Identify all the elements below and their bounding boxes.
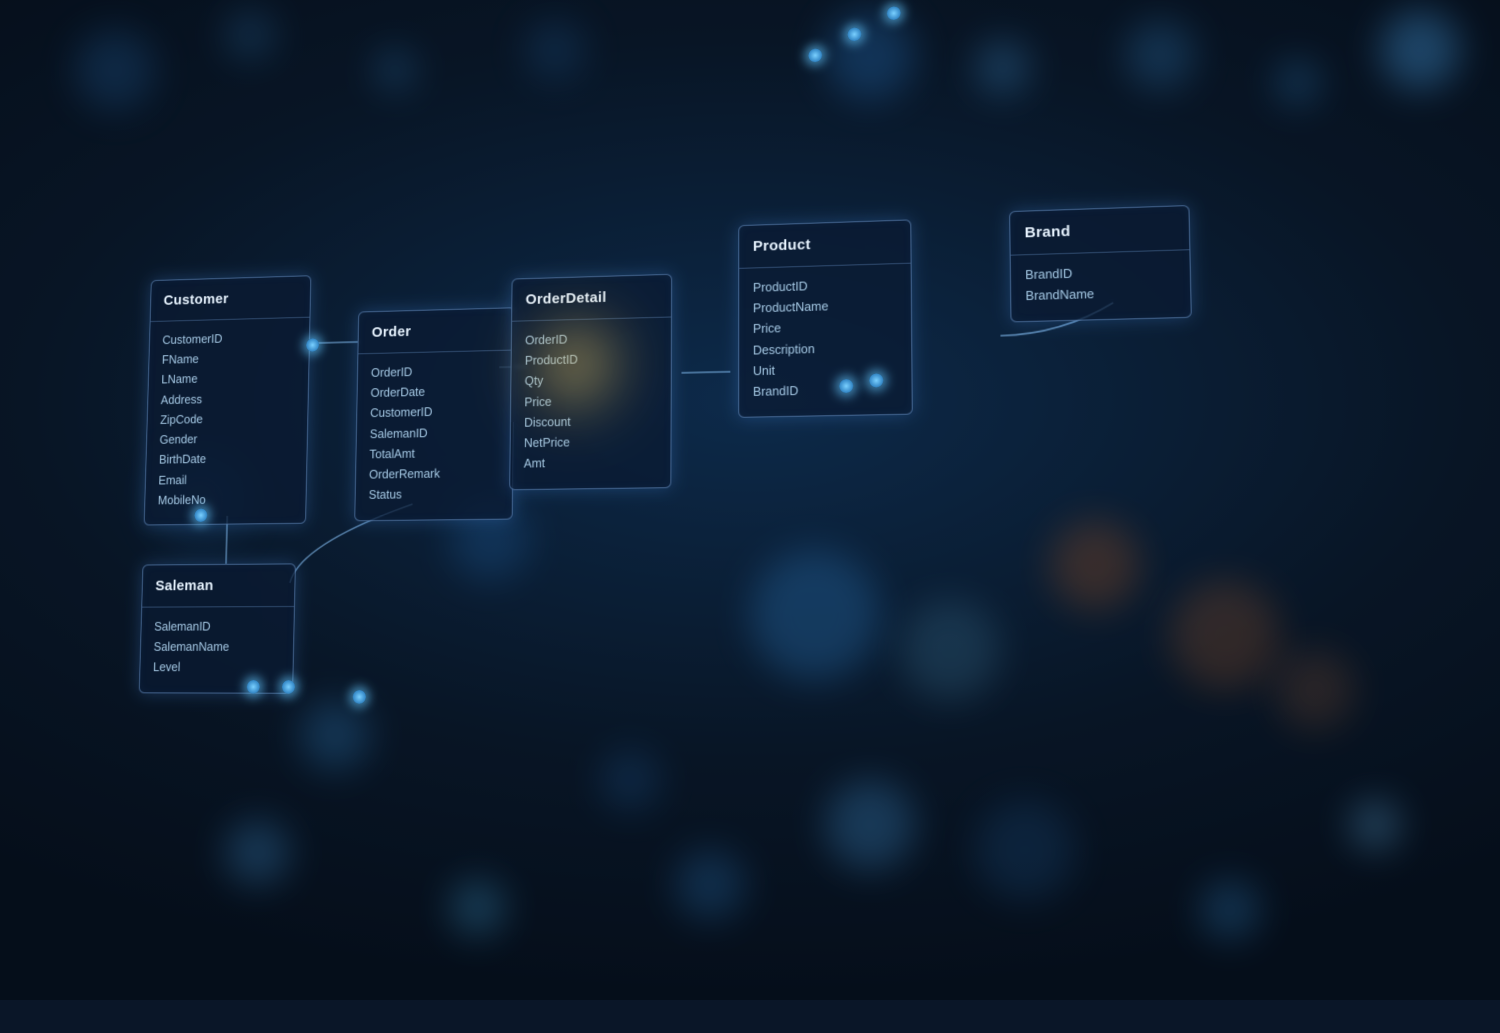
field-row: OrderID — [371, 360, 501, 383]
field-row: NetPrice — [524, 431, 657, 454]
product-table: Product ProductIDProductNamePriceDescrip… — [738, 219, 913, 418]
order-table: Order OrderIDOrderDateCustomerIDSalemanI… — [354, 307, 515, 521]
brand-table: Brand BrandIDBrandName — [1009, 205, 1192, 323]
saleman-table: Saleman SalemanIDSalemanNameLevel — [139, 563, 296, 693]
dot-saleman-bottom2 — [282, 680, 295, 694]
field-row: SalemanName — [153, 637, 280, 658]
dot-product-top1 — [808, 48, 822, 62]
field-row: SalemanID — [154, 617, 281, 638]
dot-product-top2 — [848, 27, 862, 41]
brand-table-header: Brand — [1010, 206, 1189, 255]
order-table-header: Order — [358, 308, 514, 354]
customer-table: Customer CustomerIDFNameLNameAddressZipC… — [144, 275, 312, 525]
dot-top3 — [887, 6, 901, 20]
erd-canvas: Customer CustomerIDFNameLNameAddressZipC… — [31, 0, 1500, 1033]
field-row: BirthDate — [159, 448, 294, 470]
dot-customer-order — [306, 338, 319, 352]
field-row: SalemanID — [370, 422, 500, 445]
saleman-table-fields: SalemanIDSalemanNameLevel — [140, 607, 294, 693]
field-row: Status — [369, 484, 499, 506]
field-row: Email — [158, 469, 293, 491]
field-row: TotalAmt — [369, 442, 499, 465]
field-row: CustomerID — [370, 401, 500, 424]
order-table-fields: OrderIDOrderDateCustomerIDSalemanIDTotal… — [355, 350, 513, 520]
field-row: Amt — [524, 452, 657, 475]
field-row: OrderDate — [370, 381, 500, 404]
product-table-header: Product — [739, 220, 910, 268]
customer-table-fields: CustomerIDFNameLNameAddressZipCodeGender… — [145, 317, 310, 524]
brand-table-fields: BrandIDBrandName — [1011, 250, 1191, 322]
saleman-table-header: Saleman — [142, 564, 295, 607]
field-row: BrandName — [1025, 282, 1175, 307]
field-row: OrderRemark — [369, 463, 499, 485]
field-row: Level — [153, 658, 280, 679]
dot-order-bottom — [353, 690, 366, 704]
customer-table-header: Customer — [151, 276, 311, 322]
product-table-fields: ProductIDProductNamePriceDescriptionUnit… — [739, 263, 912, 417]
field-row: ZipCode — [160, 408, 295, 431]
field-row: Gender — [159, 428, 294, 451]
field-row: Address — [160, 388, 295, 411]
field-row: MobileNo — [158, 489, 293, 511]
